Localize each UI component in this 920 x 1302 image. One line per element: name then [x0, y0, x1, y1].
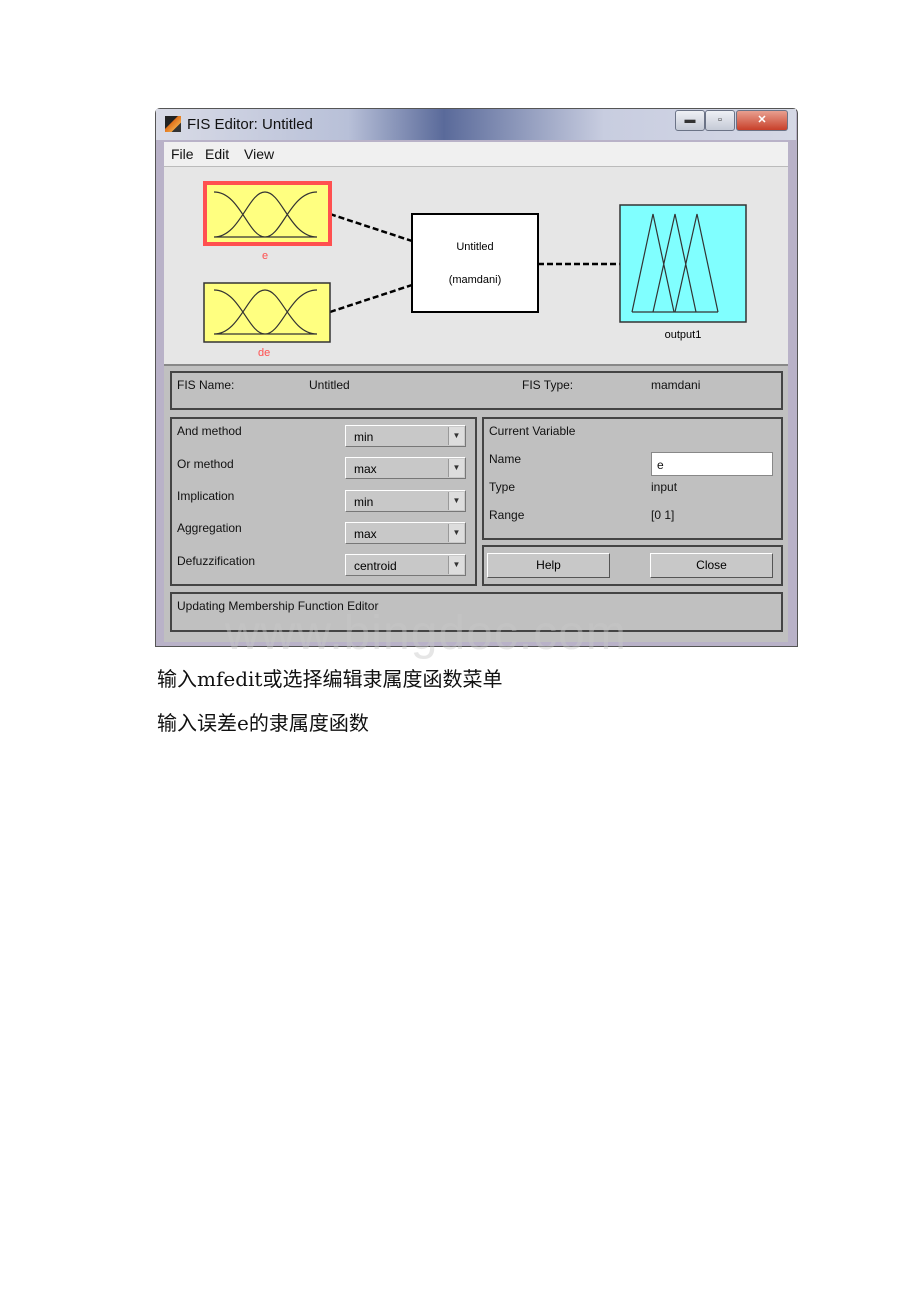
connector-e [329, 212, 413, 243]
system-box[interactable] [411, 213, 539, 313]
system-name: Untitled [456, 241, 494, 253]
current-variable-title: Current Variable [489, 424, 576, 438]
implication-select[interactable]: min ▼ [345, 490, 466, 512]
dropdown-arrow-icon[interactable]: ▼ [448, 524, 464, 542]
defuzzification-select[interactable]: centroid ▼ [345, 554, 466, 576]
input-de-label: de [258, 347, 271, 359]
aggregation-label: Aggregation [177, 521, 242, 535]
input-e-label: e [262, 250, 269, 262]
aggregation-select[interactable]: max ▼ [345, 522, 466, 544]
doc-line-2: 输入误差e的隶属度函数 [157, 711, 369, 735]
and-method-value: min [354, 430, 374, 444]
and-method-label: And method [177, 424, 242, 438]
range-value: [0 1] [651, 508, 675, 522]
connector-de [329, 283, 413, 314]
output-label: output1 [664, 329, 702, 341]
implication-value: min [354, 495, 374, 509]
defuzzification-label: Defuzzification [177, 554, 256, 568]
close-button[interactable]: Close [650, 553, 773, 578]
variable-name-input[interactable]: e [651, 452, 773, 476]
or-method-label: Or method [177, 457, 234, 471]
watermark: www.bingdoc.com [225, 607, 627, 660]
type-value: input [651, 480, 678, 494]
implication-label: Implication [177, 489, 235, 503]
dropdown-arrow-icon[interactable]: ▼ [448, 427, 464, 445]
defuzzification-value: centroid [354, 559, 397, 573]
input-de-box[interactable] [203, 282, 331, 343]
or-method-value: max [354, 462, 377, 476]
dropdown-arrow-icon[interactable]: ▼ [448, 459, 464, 477]
dropdown-arrow-icon[interactable]: ▼ [448, 556, 464, 574]
output-box[interactable] [619, 204, 747, 323]
or-method-select[interactable]: max ▼ [345, 457, 466, 479]
fis-name-value: Untitled [309, 378, 350, 392]
doc-line-1: 输入mfedit或选择编辑隶属度函数菜单 [157, 667, 503, 691]
fis-type-label: FIS Type: [522, 378, 574, 392]
help-button[interactable]: Help [487, 553, 610, 578]
variable-name-value: e [657, 458, 664, 472]
range-label: Range [489, 508, 525, 522]
aggregation-value: max [354, 527, 377, 541]
and-method-select[interactable]: min ▼ [345, 425, 466, 447]
type-label: Type [489, 480, 516, 494]
fis-name-label: FIS Name: [177, 378, 235, 392]
fis-diagram-graphics [203, 181, 747, 343]
system-type: (mamdani) [448, 274, 502, 286]
input-e-box[interactable] [203, 181, 332, 246]
fis-type-value: mamdani [651, 378, 701, 392]
name-label: Name [489, 452, 522, 466]
dropdown-arrow-icon[interactable]: ▼ [448, 492, 464, 510]
